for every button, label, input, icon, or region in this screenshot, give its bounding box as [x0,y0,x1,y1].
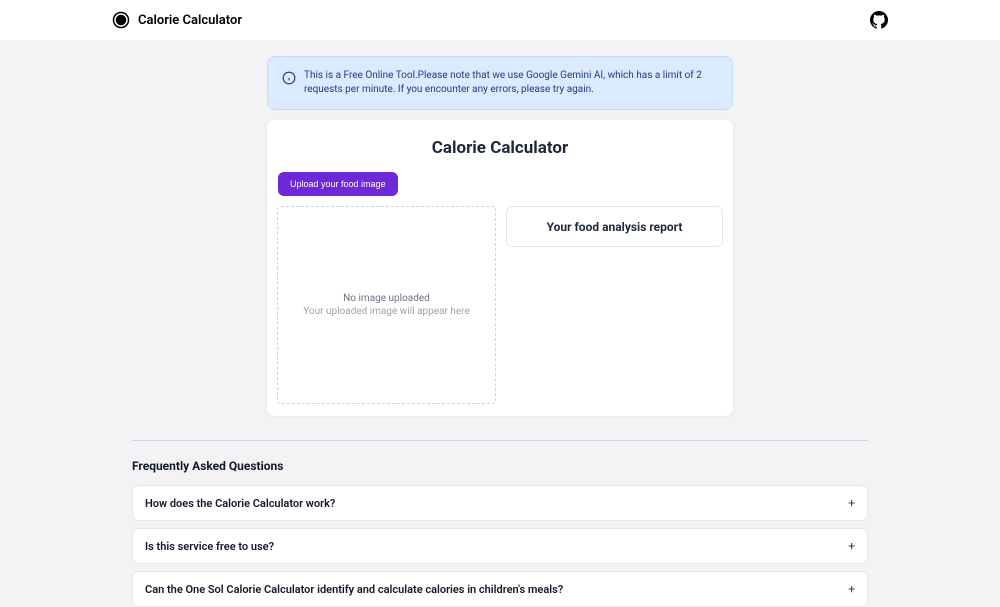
upload-button[interactable]: Upload your food image [278,172,398,196]
faq-item[interactable]: How does the Calorie Calculator work? + [132,485,868,521]
header: Calorie Calculator [0,0,1000,40]
info-banner: This is a Free Online Tool.Please note t… [267,56,733,110]
report-panel: Your food analysis report [506,206,723,247]
logo-icon [112,11,130,29]
faq-question: Can the One Sol Calorie Calculator ident… [145,583,563,596]
upload-placeholder-sub: Your uploaded image will appear here [303,306,470,317]
header-left: Calorie Calculator [112,11,242,29]
report-title: Your food analysis report [547,220,683,234]
info-text: This is a Free Online Tool.Please note t… [304,69,718,97]
main-container: This is a Free Online Tool.Please note t… [0,40,1000,607]
content-row: No image uploaded Your uploaded image wi… [277,206,723,404]
plus-icon: + [848,582,855,596]
info-icon [282,70,296,84]
upload-placeholder-title: No image uploaded [343,293,430,304]
faq-item[interactable]: Can the One Sol Calorie Calculator ident… [132,571,868,607]
calculator-title: Calorie Calculator [277,138,723,158]
upload-area[interactable]: No image uploaded Your uploaded image wi… [277,206,496,404]
faq-title: Frequently Asked Questions [132,459,868,473]
plus-icon: + [848,496,855,510]
app-title: Calorie Calculator [138,13,242,28]
calculator-card: Calorie Calculator Upload your food imag… [267,120,733,416]
faq-section: Frequently Asked Questions How does the … [132,440,868,607]
faq-question: Is this service free to use? [145,540,274,553]
github-icon[interactable] [870,11,888,29]
plus-icon: + [848,539,855,553]
faq-item[interactable]: Is this service free to use? + [132,528,868,564]
faq-question: How does the Calorie Calculator work? [145,497,335,510]
